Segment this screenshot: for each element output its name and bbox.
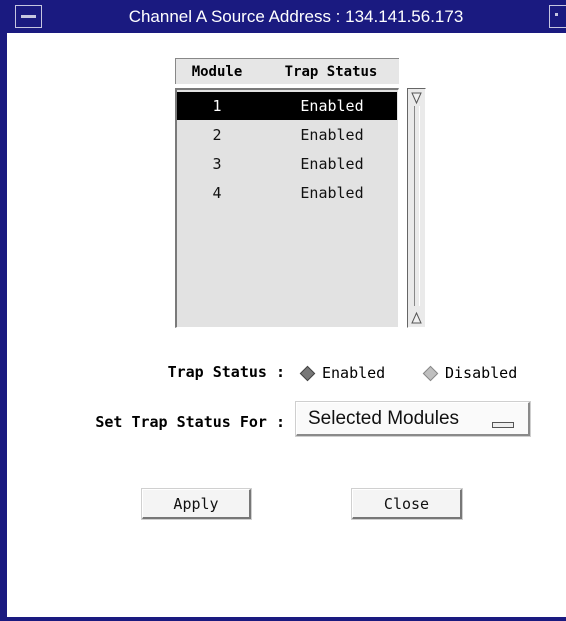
radio-diamond-icon: [299, 365, 316, 382]
scroll-trough[interactable]: [414, 106, 420, 306]
radio-enabled[interactable]: Enabled: [299, 362, 410, 384]
radio-disabled-label: Disabled: [445, 364, 518, 382]
set-trap-status-for-label: Set Trap Status For :: [95, 413, 285, 431]
table-row[interactable]: 3 Enabled: [177, 150, 397, 178]
column-header-trap-status: Trap Status: [284, 64, 378, 80]
table-row[interactable]: 2 Enabled: [177, 121, 397, 149]
window-maximize-icon[interactable]: [549, 5, 566, 28]
set-trap-status-for-dropdown[interactable]: Selected Modules: [296, 402, 530, 436]
module-number: 1: [212, 97, 222, 115]
radio-enabled-label: Enabled: [322, 364, 386, 382]
column-header-module: Module: [191, 64, 243, 80]
close-button[interactable]: Close: [352, 489, 462, 519]
window-menu-icon[interactable]: [15, 5, 42, 28]
module-number: 2: [212, 126, 222, 144]
trap-status-label: Trap Status :: [167, 363, 285, 381]
title-bar[interactable]: Channel A Source Address : 134.141.56.17…: [7, 0, 566, 33]
module-trap-status: Enabled: [300, 97, 364, 115]
scroll-up-icon[interactable]: [410, 91, 423, 105]
module-trap-status: Enabled: [300, 184, 364, 202]
option-menu-icon: [492, 422, 514, 428]
apply-button[interactable]: Apply: [142, 489, 251, 519]
scroll-down-icon[interactable]: [410, 311, 423, 325]
radio-disabled[interactable]: Disabled: [422, 362, 543, 384]
radio-diamond-icon: [422, 365, 439, 382]
module-list[interactable]: 1 Enabled 2 Enabled 3 Enabled 4 Enabled: [175, 88, 399, 328]
dialog-window: Channel A Source Address : 134.141.56.17…: [0, 0, 566, 621]
list-scrollbar[interactable]: [407, 88, 426, 328]
module-number: 4: [212, 184, 222, 202]
window-title: Channel A Source Address : 134.141.56.17…: [128, 7, 464, 26]
module-number: 3: [212, 155, 222, 173]
module-trap-status: Enabled: [300, 155, 364, 173]
module-trap-status: Enabled: [300, 126, 364, 144]
table-row[interactable]: 4 Enabled: [177, 179, 397, 207]
table-row[interactable]: 1 Enabled: [177, 92, 397, 120]
dropdown-value: Selected Modules: [308, 408, 460, 429]
